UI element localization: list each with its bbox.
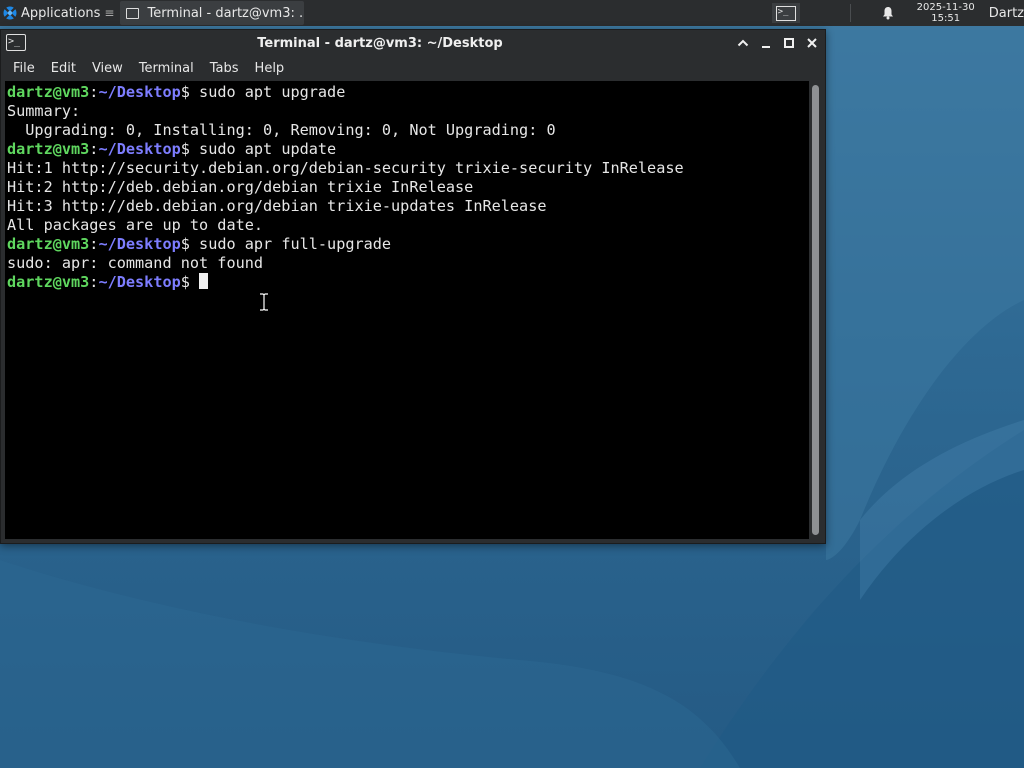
bell-icon[interactable] (881, 6, 895, 20)
menu-view[interactable]: View (80, 57, 123, 81)
terminal-output-line: sudo: apr: command not found (7, 254, 264, 272)
prompt-user: dartz@vm3 (7, 140, 90, 158)
maximize-button[interactable] (779, 33, 799, 53)
terminal-prompt-line: dartz@vm3:~/Desktop$ (7, 273, 809, 292)
prompt-symbol: $ (180, 140, 190, 158)
top-panel: Applications ≡ Terminal - dartz@vm3: ...… (0, 0, 1024, 26)
prompt-path: ~/Desktop (98, 140, 181, 158)
terminal-output-line: Summary: (7, 102, 81, 120)
text-cursor (199, 273, 209, 289)
menu-terminal[interactable]: Terminal (127, 57, 194, 81)
prompt-symbol: $ (180, 83, 190, 101)
terminal-prompt-line: dartz@vm3:~/Desktop$ sudo apt update (7, 140, 809, 159)
window-titlebar[interactable]: >_ Terminal - dartz@vm3: ~/Desktop (1, 30, 825, 57)
terminal-prompt-line: dartz@vm3:~/Desktop$ sudo apr full-upgra… (7, 235, 809, 254)
close-icon (807, 38, 817, 48)
terminal-prompt-line: dartz@vm3:~/Desktop$ sudo apt upgrade (7, 83, 809, 102)
minimize-button[interactable] (756, 33, 776, 53)
taskbar-terminal-button[interactable]: Terminal - dartz@vm3: ... (120, 1, 305, 25)
terminal-window: >_ Terminal - dartz@vm3: ~/Desktop File … (0, 29, 826, 544)
menu-edit[interactable]: Edit (39, 57, 76, 81)
prompt-command: sudo apt update (189, 140, 337, 158)
panel-separator (849, 4, 851, 22)
terminal-scrollbar[interactable] (809, 81, 825, 539)
prompt-symbol: $ (180, 273, 190, 291)
user-menu[interactable]: Dartz (989, 6, 1024, 21)
prompt-user: dartz@vm3 (7, 83, 90, 101)
terminal-output[interactable]: dartz@vm3:~/Desktop$ sudo apt upgrade Sum… (5, 81, 809, 539)
scrollbar-thumb[interactable] (812, 85, 819, 535)
minimize-icon (762, 46, 770, 48)
terminal-output-line: All packages are up to date. (7, 216, 264, 234)
menu-help[interactable]: Help (243, 57, 285, 81)
window-title: Terminal - dartz@vm3: ~/Desktop (257, 36, 503, 51)
terminal-output-line: Hit:1 http://security.debian.org/debian-… (7, 159, 684, 177)
maximize-icon (784, 38, 794, 48)
menu-tabs[interactable]: Tabs (198, 57, 239, 81)
prompt-command (190, 273, 199, 291)
prompt-command: sudo apr full-upgrade (189, 235, 392, 253)
prompt-command: sudo apt upgrade (189, 83, 346, 101)
applications-separator: ≡ (104, 6, 115, 20)
clock-time: 15:51 (931, 13, 961, 24)
mouse-ibeam-cursor-icon (259, 292, 269, 312)
terminal-output-line: Upgrading: 0, Installing: 0, Removing: 0… (7, 121, 556, 139)
menu-file[interactable]: File (1, 57, 35, 81)
prompt-symbol: $ (180, 235, 190, 253)
taskbar-terminal-label: Terminal - dartz@vm3: ... (147, 5, 305, 21)
terminal-output-line: Hit:3 http://deb.debian.org/debian trixi… (7, 197, 547, 215)
terminal-icon (126, 7, 140, 19)
close-button[interactable] (802, 33, 822, 53)
xfce-mouse-icon (2, 5, 18, 21)
menu-bar: File Edit View Terminal Tabs Help (1, 57, 825, 81)
panel-clock[interactable]: 2025-11-30 15:51 (917, 2, 975, 24)
prompt-path: ~/Desktop (98, 235, 181, 253)
applications-label: Applications (21, 5, 101, 21)
terminal-output-line: Hit:2 http://deb.debian.org/debian trixi… (7, 178, 474, 196)
shade-button[interactable] (733, 33, 753, 53)
prompt-user: dartz@vm3 (7, 235, 90, 253)
terminal-launcher-button[interactable]: >_ (771, 3, 800, 23)
clock-date: 2025-11-30 (916, 2, 975, 13)
prompt-user: dartz@vm3 (7, 273, 90, 291)
prompt-path: ~/Desktop (98, 83, 181, 101)
terminal-launcher-icon: >_ (775, 5, 796, 21)
applications-menu-button[interactable]: Applications ≡ (0, 0, 118, 26)
chevron-up-icon (737, 39, 749, 47)
prompt-path: ~/Desktop (98, 273, 181, 291)
